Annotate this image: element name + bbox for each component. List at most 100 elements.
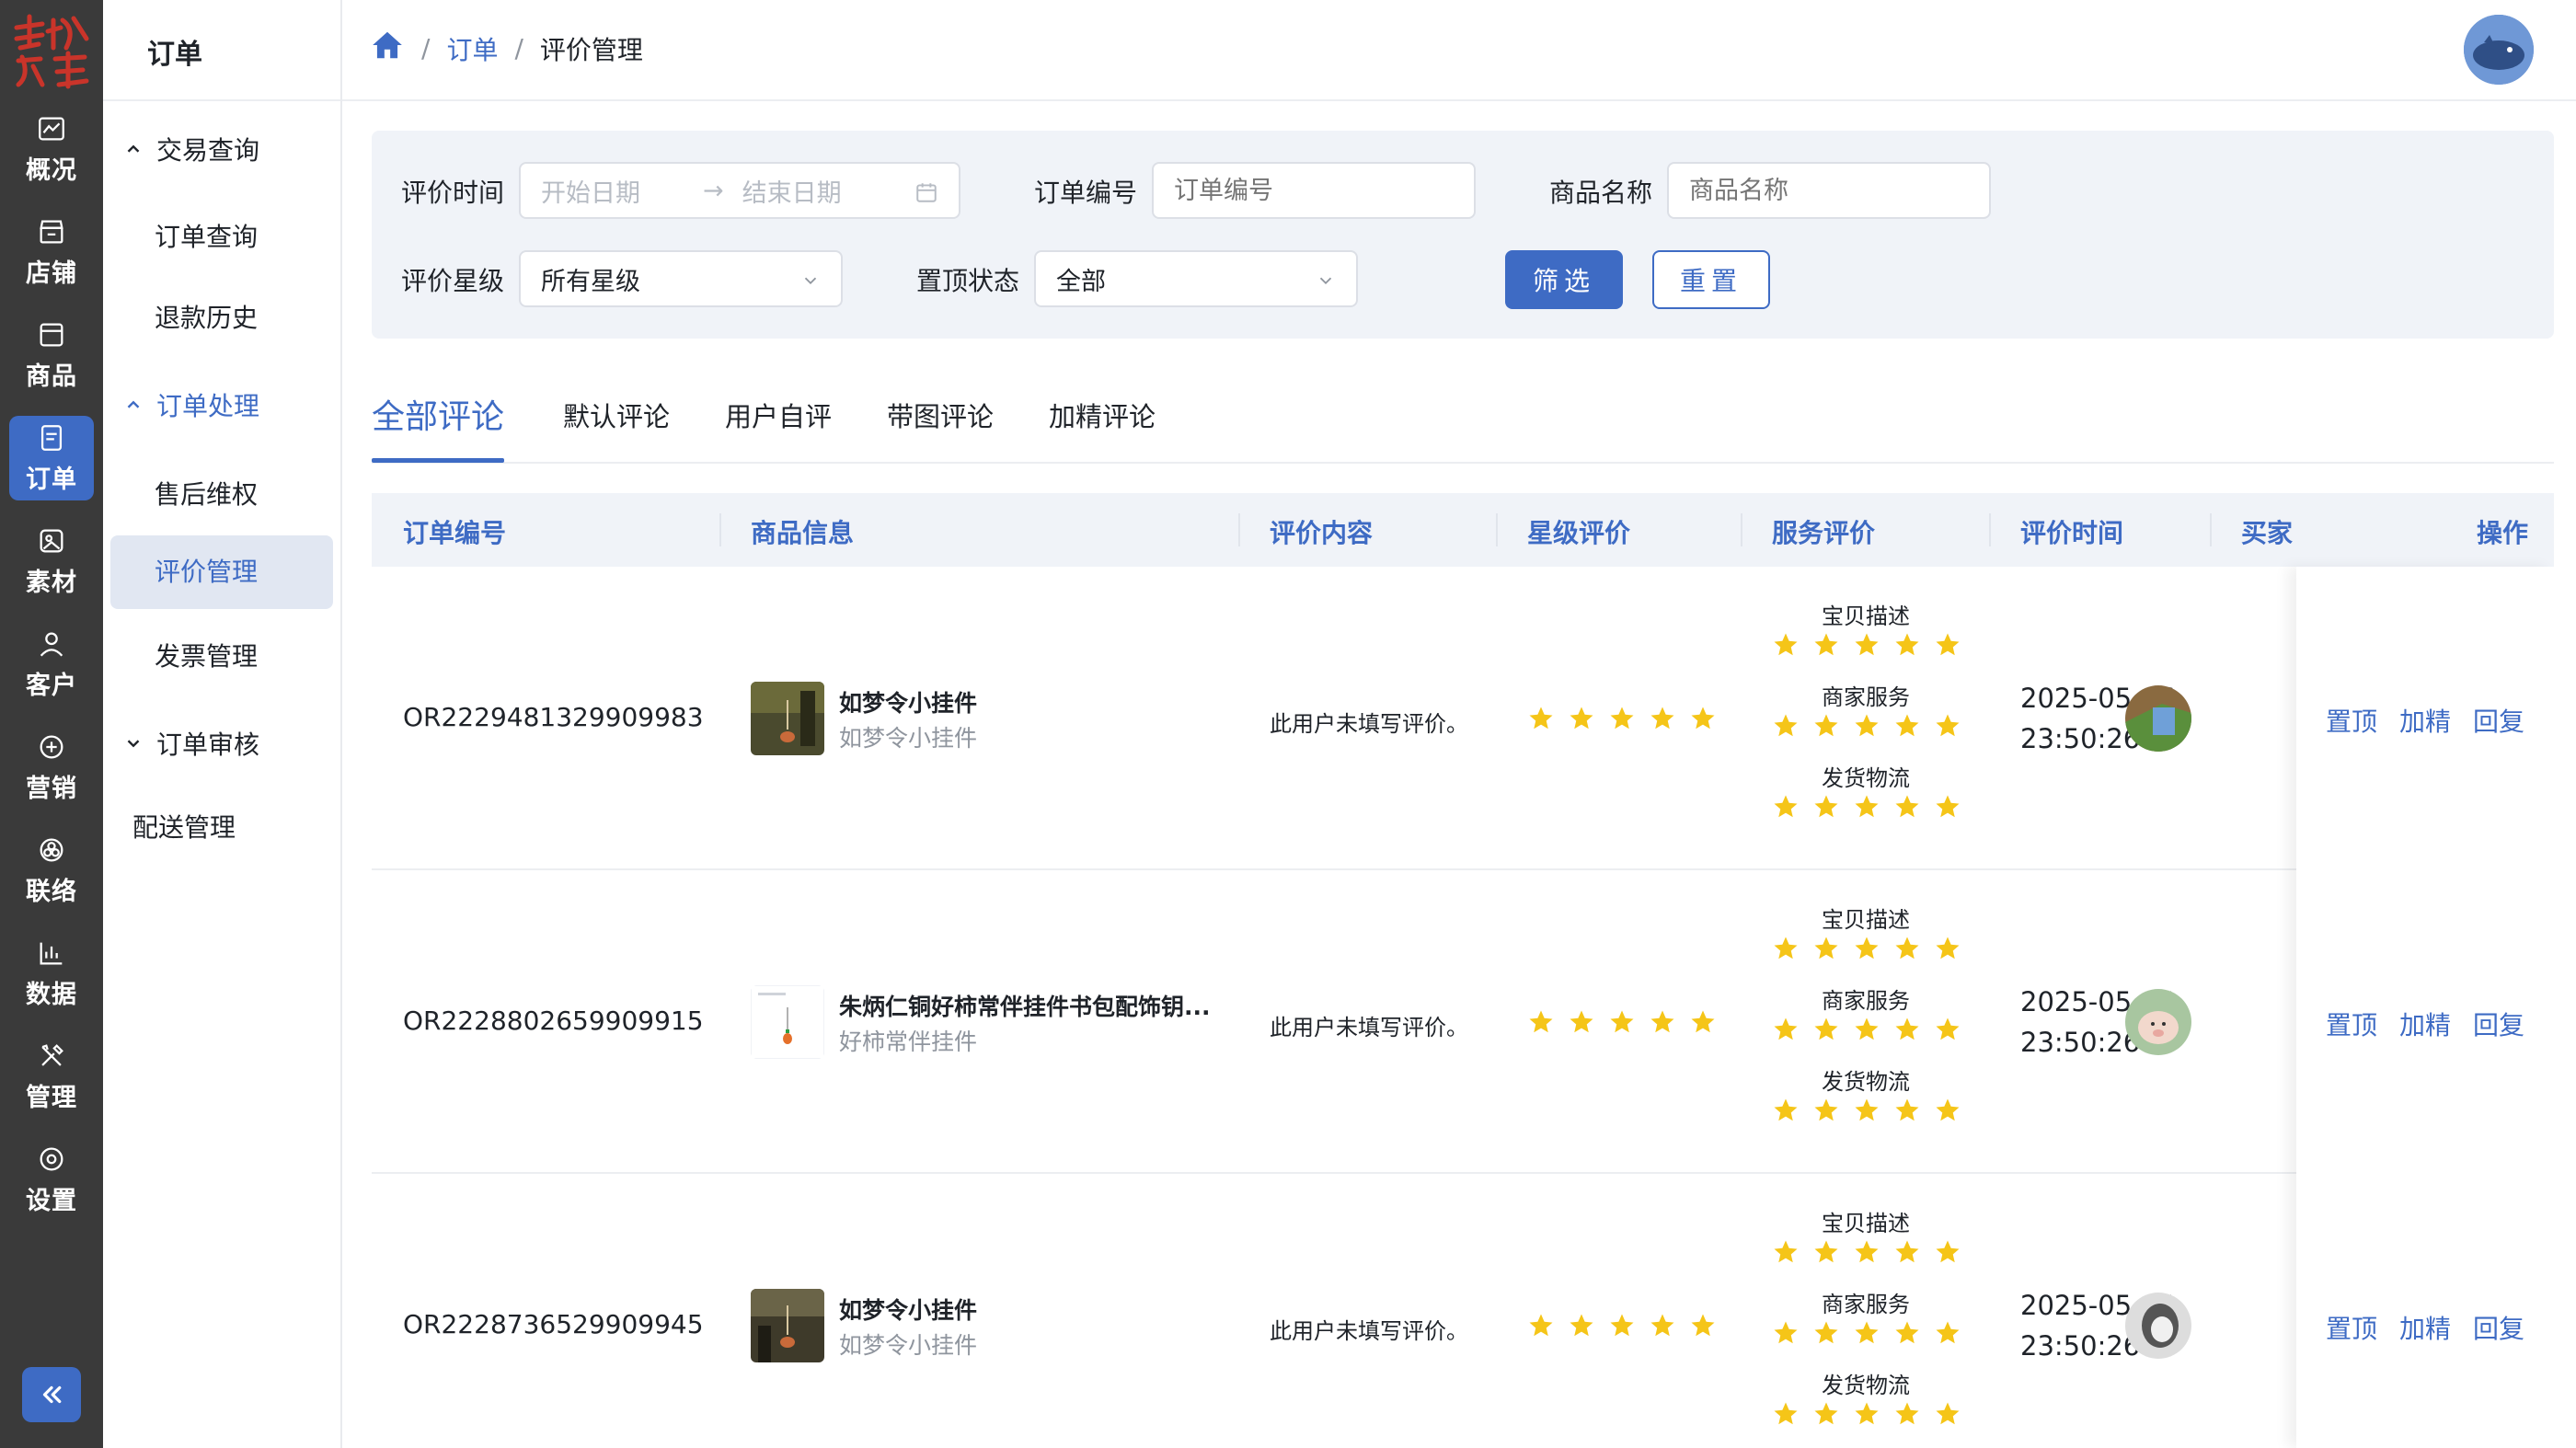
- rail-label: 素材: [26, 568, 77, 597]
- menu-item-review-management[interactable]: 评价管理: [110, 535, 333, 609]
- buyer-avatar[interactable]: [2125, 1293, 2191, 1359]
- top-bar: / 订单 / 评价管理: [342, 0, 2576, 101]
- menu-group-order-process[interactable]: 订单处理: [123, 386, 259, 423]
- star-icon: [1772, 1238, 1800, 1266]
- end-date-placeholder: 结束日期: [742, 178, 842, 208]
- rating-select[interactable]: 所有星级: [519, 250, 843, 307]
- menu-item-order-query[interactable]: 订单查询: [155, 217, 258, 254]
- home-icon[interactable]: [370, 28, 405, 69]
- calendar-icon: [916, 183, 937, 202]
- tab-default-reviews[interactable]: 默认评论: [563, 396, 670, 434]
- material-icon: [40, 529, 63, 552]
- col-buyer: 买家: [2241, 518, 2294, 548]
- service-rating-label: 商家服务: [1822, 988, 1910, 1014]
- breadcrumb-separator: /: [514, 33, 523, 63]
- star-icon: [1812, 631, 1840, 659]
- pin-status-value: 全部: [1056, 267, 1106, 296]
- buyer-avatar[interactable]: [2125, 989, 2191, 1055]
- rail-item-data[interactable]: 数据: [9, 931, 94, 1016]
- order-number: OR2228736529909945: [403, 1309, 704, 1339]
- star-icon: [1649, 1312, 1676, 1339]
- reply-action-button[interactable]: 回复: [2473, 702, 2524, 739]
- tab-all-reviews[interactable]: 全部评论: [372, 390, 504, 438]
- rail-label: 订单: [26, 465, 77, 494]
- star-rating: [1772, 631, 1961, 659]
- menu-item-after-sales[interactable]: 售后维权: [155, 475, 258, 511]
- star-icon: [1812, 1238, 1840, 1266]
- feature-action-button[interactable]: 加精: [2399, 1006, 2451, 1042]
- product-name[interactable]: 如梦令小挂件: [839, 1293, 977, 1326]
- star-rating: [1772, 1238, 1961, 1266]
- table-row: OR2228802659909915 朱炳仁铜好柿常伴挂件书包配饰钥... 好柿常伴…: [372, 870, 2554, 1174]
- column-divider: [1989, 513, 1991, 546]
- star-rating: [1772, 1097, 1961, 1124]
- rail-label: 设置: [26, 1186, 77, 1215]
- pin-action-button[interactable]: 置顶: [2326, 702, 2377, 739]
- rail-item-goods[interactable]: 商品: [9, 313, 94, 397]
- breadcrumb-order[interactable]: 订单: [446, 30, 498, 67]
- menu-group-trade-query[interactable]: 交易查询: [123, 131, 259, 167]
- chevron-up-icon: [127, 144, 140, 153]
- feature-action-button[interactable]: 加精: [2399, 1309, 2451, 1346]
- product-name[interactable]: 朱炳仁铜好柿常伴挂件书包配饰钥...: [839, 989, 1211, 1022]
- menu-item-refund-history[interactable]: 退款历史: [155, 298, 258, 335]
- buyer-avatar[interactable]: [2125, 685, 2191, 752]
- star-icon: [1772, 1319, 1800, 1347]
- goods-icon: [40, 323, 63, 346]
- service-rating-label: 商家服务: [1822, 684, 1910, 710]
- rail-item-order[interactable]: 订单: [9, 416, 94, 500]
- pin-action-button[interactable]: 置顶: [2326, 1006, 2377, 1042]
- rail-label: 数据: [26, 980, 77, 1009]
- product-name-label: 商品名称: [1549, 178, 1653, 208]
- filter-button[interactable]: 筛选: [1505, 250, 1623, 309]
- col-review-content: 评价内容: [1270, 518, 1374, 548]
- menu-group-label: 订单处理: [156, 391, 260, 421]
- col-order-no: 订单编号: [403, 518, 507, 548]
- star-icon: [1689, 1008, 1717, 1036]
- rail-item-store[interactable]: 店铺: [9, 210, 94, 294]
- product-name-input[interactable]: [1667, 162, 1991, 219]
- rail-item-manage[interactable]: 管理: [9, 1034, 94, 1119]
- tab-user-reviews[interactable]: 用户自评: [725, 396, 832, 434]
- rail-item-marketing[interactable]: 营销: [9, 725, 94, 810]
- reply-action-button[interactable]: 回复: [2473, 1309, 2524, 1346]
- tab-image-reviews[interactable]: 带图评论: [887, 396, 994, 434]
- reply-action-button[interactable]: 回复: [2473, 1006, 2524, 1042]
- star-icon: [1689, 705, 1717, 732]
- breadcrumb-separator: /: [421, 33, 431, 63]
- star-icon: [1812, 1016, 1840, 1043]
- date-range-picker[interactable]: 开始日期 → 结束日期: [519, 162, 960, 219]
- product-name[interactable]: 如梦令小挂件: [839, 685, 977, 718]
- rail-item-customer[interactable]: 客户: [9, 622, 94, 707]
- menu-group-order-review[interactable]: 订单审核: [123, 725, 259, 762]
- rail-item-settings[interactable]: 设置: [9, 1137, 94, 1222]
- star-icon: [1772, 1400, 1800, 1428]
- rail-item-overview[interactable]: 概况: [9, 107, 94, 191]
- service-rating-label: 宝贝描述: [1822, 1211, 1910, 1236]
- rating-label: 评价星级: [401, 266, 505, 296]
- star-icon: [1649, 1008, 1676, 1036]
- pin-status-select[interactable]: 全部: [1034, 250, 1358, 307]
- collapse-sidebar-button[interactable]: [22, 1367, 81, 1422]
- rail-item-material[interactable]: 素材: [9, 519, 94, 603]
- menu-item-invoice-management[interactable]: 发票管理: [155, 637, 258, 673]
- col-product-info: 商品信息: [751, 518, 855, 548]
- reset-button[interactable]: 重置: [1652, 250, 1770, 309]
- double-chevron-left-icon: [42, 1385, 62, 1404]
- star-rating: [1527, 1312, 1717, 1339]
- menu-item-delivery-management[interactable]: 配送管理: [132, 808, 236, 845]
- data-icon: [40, 942, 63, 964]
- feature-action-button[interactable]: 加精: [2399, 702, 2451, 739]
- menu-group-label: 交易查询: [156, 135, 260, 166]
- star-icon: [1772, 1016, 1800, 1043]
- order-number-input[interactable]: [1152, 162, 1476, 219]
- star-icon: [1934, 935, 1961, 962]
- chevron-down-icon: [1319, 277, 1332, 285]
- user-avatar[interactable]: [2464, 15, 2534, 85]
- star-icon: [1934, 1319, 1961, 1347]
- rail-item-contact[interactable]: 联络: [9, 828, 94, 913]
- tab-featured-reviews[interactable]: 加精评论: [1049, 396, 1156, 434]
- pin-action-button[interactable]: 置顶: [2326, 1309, 2377, 1346]
- star-icon: [1772, 631, 1800, 659]
- settings-icon: [40, 1147, 63, 1170]
